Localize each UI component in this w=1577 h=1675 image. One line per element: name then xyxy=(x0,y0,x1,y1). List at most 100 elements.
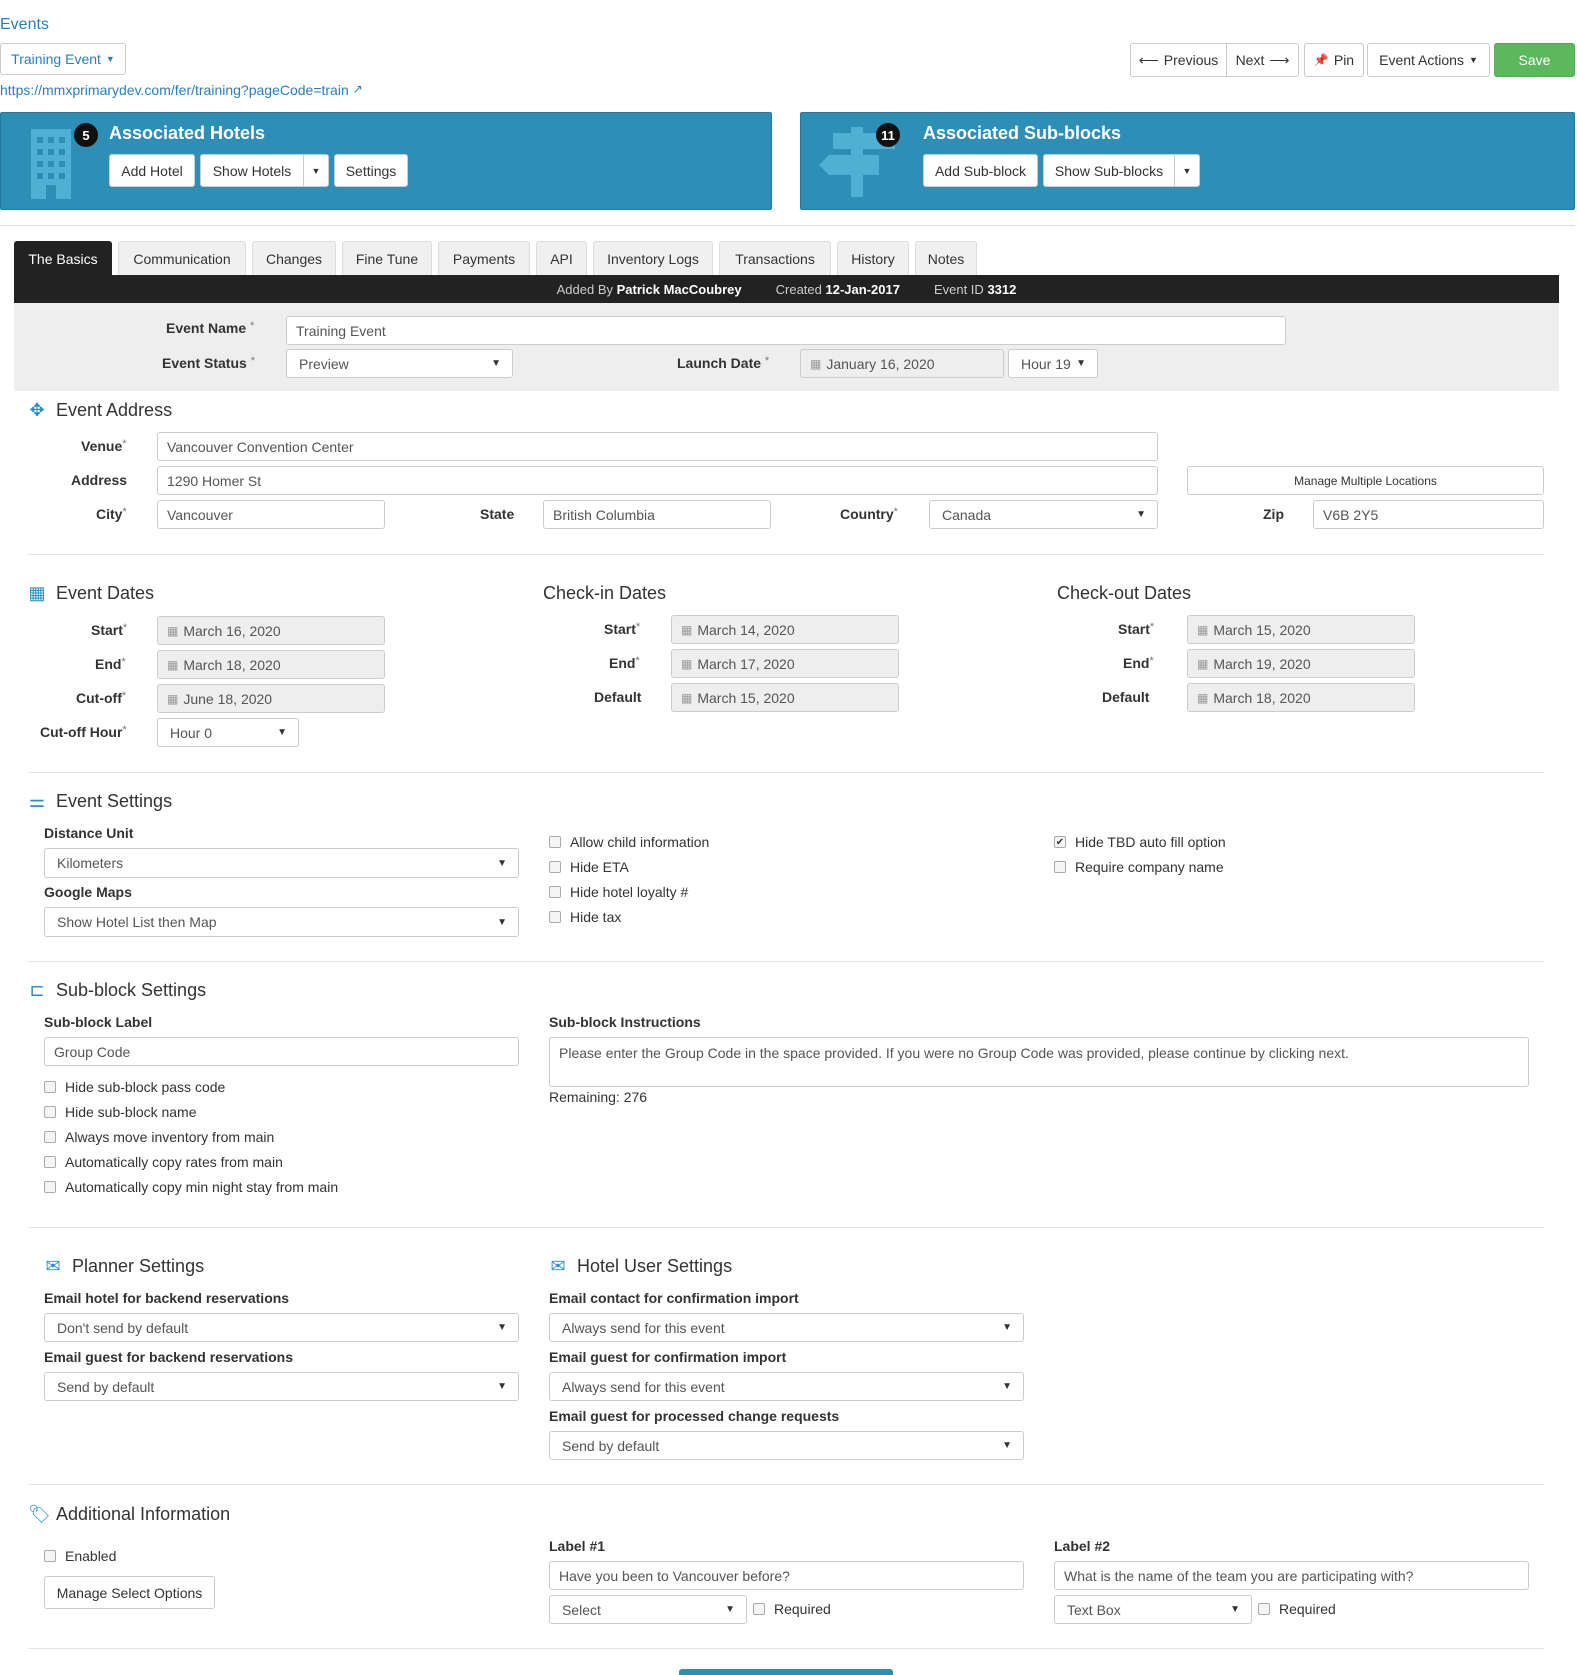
tab-communication[interactable]: Communication xyxy=(118,241,246,275)
show-hotels-button[interactable]: Show Hotels xyxy=(200,154,304,187)
breadcrumb-events[interactable]: Events xyxy=(0,16,49,34)
caret-down-icon: ▼ xyxy=(497,1381,507,1392)
caret-down-icon: ▼ xyxy=(491,358,501,369)
tab-api[interactable]: API xyxy=(536,241,587,275)
event-start-date-input[interactable]: ▦ March 16, 2020 xyxy=(157,616,385,645)
calendar-icon: ▦ xyxy=(681,656,693,671)
email-hotel-backend-select[interactable]: Don't send by default ▼ xyxy=(44,1313,519,1342)
label1-type-select[interactable]: Select ▼ xyxy=(549,1595,747,1624)
allow-child-info-checkbox[interactable]: Allow child information xyxy=(549,834,709,850)
checkout-start-date-input[interactable]: ▦ March 15, 2020 xyxy=(1187,615,1415,644)
checkin-start-date-input[interactable]: ▦ March 14, 2020 xyxy=(671,615,899,644)
checkout-default-value: March 18, 2020 xyxy=(1213,689,1311,706)
hide-tax-checkbox[interactable]: Hide tax xyxy=(549,909,621,925)
caret-down-icon: ▼ xyxy=(1002,1440,1012,1451)
email-contact-import-label: Email contact for confirmation import xyxy=(549,1290,799,1306)
caret-down-icon: ▼ xyxy=(725,1604,735,1615)
label2-type-select[interactable]: Text Box ▼ xyxy=(1054,1595,1252,1624)
cutoff-hour-select[interactable]: Hour 0 ▼ xyxy=(157,718,299,747)
event-status-select[interactable]: Preview ▼ xyxy=(286,349,513,378)
tab-changes[interactable]: Changes xyxy=(252,241,336,275)
country-select[interactable]: Canada ▼ xyxy=(929,500,1158,529)
checkbox-label: Required xyxy=(1279,1601,1336,1617)
cutoff-date-input[interactable]: ▦ June 18, 2020 xyxy=(157,684,385,713)
checkmark-icon: ✔ xyxy=(1054,836,1066,848)
label2-input[interactable]: What is the name of the team you are par… xyxy=(1054,1561,1529,1590)
tab-fine-tune[interactable]: Fine Tune xyxy=(342,241,432,275)
pin-button[interactable]: 📌 Pin xyxy=(1304,43,1364,77)
show-subblocks-dropdown-toggle[interactable]: ▼ xyxy=(1174,154,1200,187)
show-hotels-dropdown-toggle[interactable]: ▼ xyxy=(303,154,329,187)
event-status-label: Event Status * xyxy=(162,355,255,371)
launch-hour-select[interactable]: Hour 19 ▼ xyxy=(1008,349,1098,378)
distance-unit-label: Distance Unit xyxy=(44,825,134,841)
state-input[interactable]: British Columbia xyxy=(543,500,771,529)
tab-payments[interactable]: Payments xyxy=(438,241,530,275)
email-guest-backend-label: Email guest for backend reservations xyxy=(44,1349,293,1365)
checkbox-label: Automatically copy min night stay from m… xyxy=(65,1179,339,1195)
launch-date-input[interactable]: ▦ January 16, 2020 xyxy=(800,349,1004,378)
bottom-action-button-edge[interactable] xyxy=(679,1669,893,1675)
previous-button[interactable]: ⟵ Previous xyxy=(1130,43,1227,77)
google-maps-select[interactable]: Show Hotel List then Map ▼ xyxy=(44,907,519,937)
hide-tbd-autofill-checkbox[interactable]: ✔ Hide TBD auto fill option xyxy=(1054,834,1226,850)
require-company-name-checkbox[interactable]: Require company name xyxy=(1054,859,1224,875)
event-end-date-input[interactable]: ▦ March 18, 2020 xyxy=(157,650,385,679)
launch-date-value: January 16, 2020 xyxy=(826,355,935,372)
manage-multiple-locations-button[interactable]: Manage Multiple Locations xyxy=(1187,466,1544,495)
tab-inventory-logs[interactable]: Inventory Logs xyxy=(593,241,713,275)
city-input[interactable]: Vancouver xyxy=(157,500,385,529)
hide-hotel-loyalty-checkbox[interactable]: Hide hotel loyalty # xyxy=(549,884,688,900)
add-subblock-button[interactable]: Add Sub-block xyxy=(923,154,1038,187)
checkin-default-date-input[interactable]: ▦ March 15, 2020 xyxy=(671,683,899,712)
event-url-link[interactable]: https://mmxprimarydev.com/fer/training?p… xyxy=(0,82,363,98)
save-button[interactable]: Save xyxy=(1494,43,1575,77)
hotel-settings-button[interactable]: Settings xyxy=(334,154,408,187)
hide-subblock-name-checkbox[interactable]: Hide sub-block name xyxy=(44,1104,197,1120)
venue-input[interactable]: Vancouver Convention Center xyxy=(157,432,1158,461)
subblock-instructions-textarea[interactable]: Please enter the Group Code in the space… xyxy=(549,1037,1529,1087)
checkbox-label: Hide sub-block name xyxy=(65,1104,197,1120)
label1-type-value: Select xyxy=(562,1601,601,1618)
event-actions-button[interactable]: Event Actions ▼ xyxy=(1367,43,1490,77)
checkbox-label: Automatically copy rates from main xyxy=(65,1154,283,1170)
checkin-end-date-input[interactable]: ▦ March 17, 2020 xyxy=(671,649,899,678)
distance-unit-select[interactable]: Kilometers ▼ xyxy=(44,848,519,878)
checkbox-label: Hide TBD auto fill option xyxy=(1075,834,1226,850)
event-dropdown[interactable]: Training Event ▼ xyxy=(0,43,126,75)
tab-history[interactable]: History xyxy=(837,241,909,275)
tab-the-basics[interactable]: The Basics xyxy=(14,241,112,275)
label1-input[interactable]: Have you been to Vancouver before? xyxy=(549,1561,1024,1590)
subblock-label-label: Sub-block Label xyxy=(44,1014,153,1030)
calendar-icon: ▦ xyxy=(167,691,179,706)
copy-rates-checkbox[interactable]: Automatically copy rates from main xyxy=(44,1154,283,1170)
tab-transactions[interactable]: Transactions xyxy=(719,241,831,275)
email-guest-change-requests-select[interactable]: Send by default ▼ xyxy=(549,1431,1024,1460)
arrow-left-icon: ⟵ xyxy=(1138,51,1159,68)
manage-select-options-button[interactable]: Manage Select Options xyxy=(44,1576,215,1609)
event-name-input[interactable]: Training Event xyxy=(286,316,1286,345)
address-input[interactable]: 1290 Homer St xyxy=(157,466,1158,495)
checkout-end-date-input[interactable]: ▦ March 19, 2020 xyxy=(1187,649,1415,678)
event-dropdown-label: Training Event xyxy=(11,51,101,67)
email-guest-backend-select[interactable]: Send by default ▼ xyxy=(44,1372,519,1401)
zip-input[interactable]: V6B 2Y5 xyxy=(1313,500,1544,529)
always-move-inventory-checkbox[interactable]: Always move inventory from main xyxy=(44,1129,274,1145)
external-link-icon: ↗ xyxy=(352,82,363,96)
label1-required-checkbox[interactable]: Required xyxy=(753,1601,831,1617)
copy-min-night-stay-checkbox[interactable]: Automatically copy min night stay from m… xyxy=(44,1179,338,1195)
show-subblocks-button[interactable]: Show Sub-blocks xyxy=(1043,154,1175,187)
add-hotel-button[interactable]: Add Hotel xyxy=(109,154,195,187)
envelope-icon: ✉ xyxy=(45,1256,61,1276)
tab-notes[interactable]: Notes xyxy=(915,241,977,275)
hide-eta-checkbox[interactable]: Hide ETA xyxy=(549,859,629,875)
additional-info-enabled-checkbox[interactable]: Enabled xyxy=(44,1548,116,1564)
hide-subblock-pass-code-checkbox[interactable]: Hide sub-block pass code xyxy=(44,1079,225,1095)
email-contact-import-select[interactable]: Always send for this event ▼ xyxy=(549,1313,1024,1342)
subblock-label-input[interactable]: Group Code xyxy=(44,1037,519,1066)
email-guest-import-select[interactable]: Always send for this event ▼ xyxy=(549,1372,1024,1401)
next-button[interactable]: Next ⟶ xyxy=(1226,43,1299,77)
checkout-default-date-input[interactable]: ▦ March 18, 2020 xyxy=(1187,683,1415,712)
label2-required-checkbox[interactable]: Required xyxy=(1258,1601,1336,1617)
event-dates-title: ▦ Event Dates xyxy=(28,583,155,603)
